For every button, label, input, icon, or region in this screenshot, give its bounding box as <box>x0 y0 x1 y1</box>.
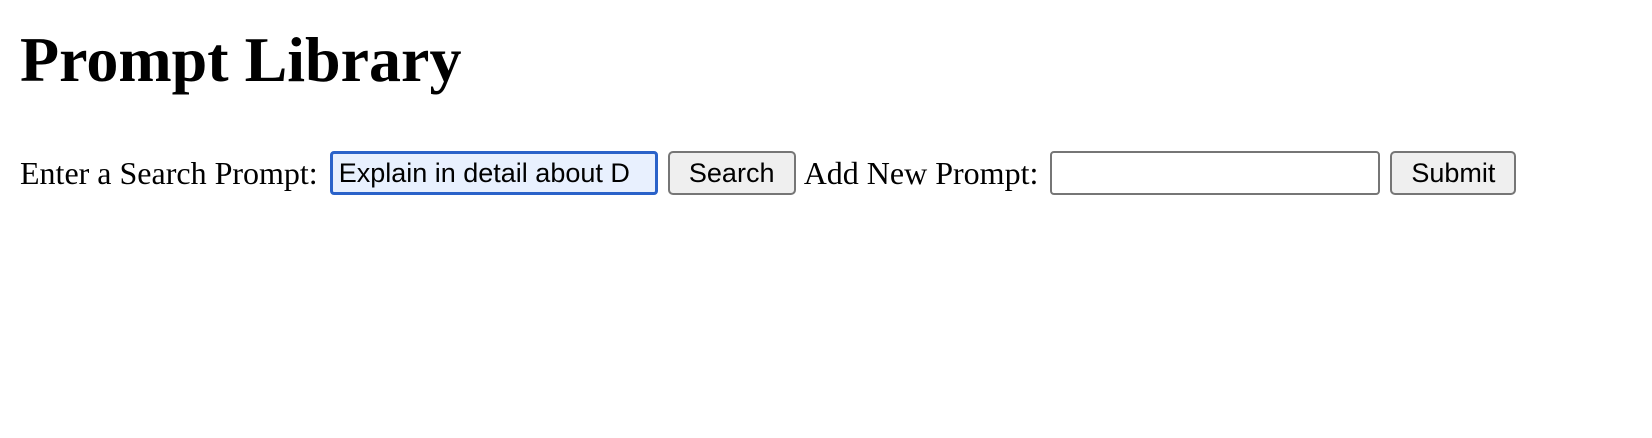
add-new-prompt-input[interactable] <box>1050 151 1381 195</box>
prompt-form: Enter a Search Prompt: Search Add New Pr… <box>20 150 1517 196</box>
search-prompt-label: Enter a Search Prompt: <box>20 155 318 191</box>
submit-button[interactable]: Submit <box>1390 151 1517 195</box>
search-button[interactable]: Search <box>667 151 796 195</box>
search-prompt-input[interactable] <box>329 151 658 195</box>
page-title: Prompt Library <box>20 24 462 95</box>
add-new-prompt-label: Add New Prompt: <box>803 155 1039 191</box>
